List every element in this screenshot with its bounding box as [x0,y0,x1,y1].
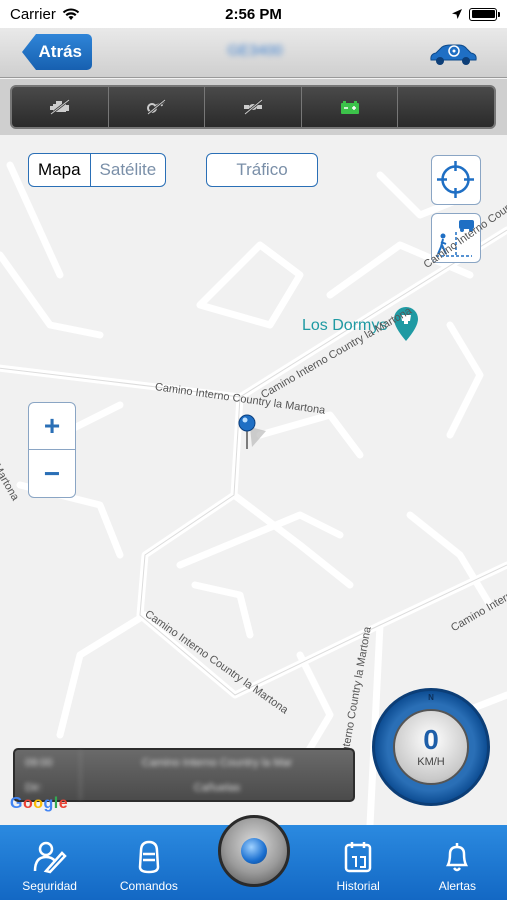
tab-seguridad[interactable]: Seguridad [0,825,99,900]
tool-key[interactable] [109,87,206,127]
toolbar-area [0,79,507,135]
vehicle-title: GE3400 [227,42,283,59]
tab-label: Alertas [438,879,477,893]
google-logo: Google [10,795,69,812]
security-icon [33,841,67,874]
map-type-segmented-control: Mapa Satélite [28,153,167,187]
battery-icon [469,7,500,21]
tab-label: Comandos [119,879,178,893]
info-dir-label: Dir: [25,781,43,794]
zoom-out-button[interactable]: − [29,450,75,497]
tab-historial[interactable]: Historial [309,825,408,900]
tool-empty [398,87,494,127]
satellite-tab[interactable]: Satélite [91,154,166,186]
key-off-icon [147,99,167,115]
tab-label: Historial [336,879,380,893]
crosshair-icon [437,161,474,198]
back-button[interactable]: Atrás [22,34,92,70]
car-locate-icon[interactable] [427,40,479,68]
status-toolbar [10,85,496,129]
info-city: Cañuelas [193,781,241,794]
center-orb-icon [240,838,267,864]
speed-unit: KM/H [417,756,445,768]
tab-alertas[interactable]: Alertas [408,825,507,900]
wifi-icon [62,8,80,20]
info-address: Camino Interno Country la Mar [141,756,293,769]
location-arrow-icon [452,9,462,19]
navigation-bar: Atrás GE3400 [0,28,507,78]
satellite-off-icon [243,99,263,115]
map-tab[interactable]: Mapa [29,154,91,186]
commands-icon [138,840,160,874]
tool-engine[interactable] [12,87,109,127]
traffic-button[interactable]: Tráfico [206,153,318,187]
locate-button[interactable] [431,155,481,205]
tab-bar: Seguridad Comandos Historial Alertas [0,815,507,900]
carrier-label: Carrier [10,5,56,23]
tool-satellite[interactable] [205,87,302,127]
map-view[interactable]: Mapa Satélite Tráfico + − Los Dormys Cam… [0,135,507,825]
status-bar: Carrier 2:56 PM [0,0,507,28]
tab-center[interactable] [199,815,309,900]
vehicle-pin-icon[interactable] [236,413,270,453]
tool-battery[interactable] [302,87,399,127]
zoom-in-button[interactable]: + [29,403,75,450]
speedometer: N 0 KM/H [372,688,490,806]
engine-off-icon [49,99,70,115]
info-time: 09:00 [25,756,53,769]
history-icon [344,842,372,873]
battery-icon [340,101,359,114]
compass-north: N [428,693,434,702]
tab-label: Seguridad [22,879,77,893]
vehicle-info-panel[interactable]: 09:00 Dir: Camino Interno Country la Mar… [13,748,355,802]
speed-value: 0 [423,724,439,755]
bell-icon [446,843,469,872]
zoom-control: + − [28,402,76,498]
tab-comandos[interactable]: Comandos [99,825,198,900]
center-home-button[interactable] [217,815,290,887]
